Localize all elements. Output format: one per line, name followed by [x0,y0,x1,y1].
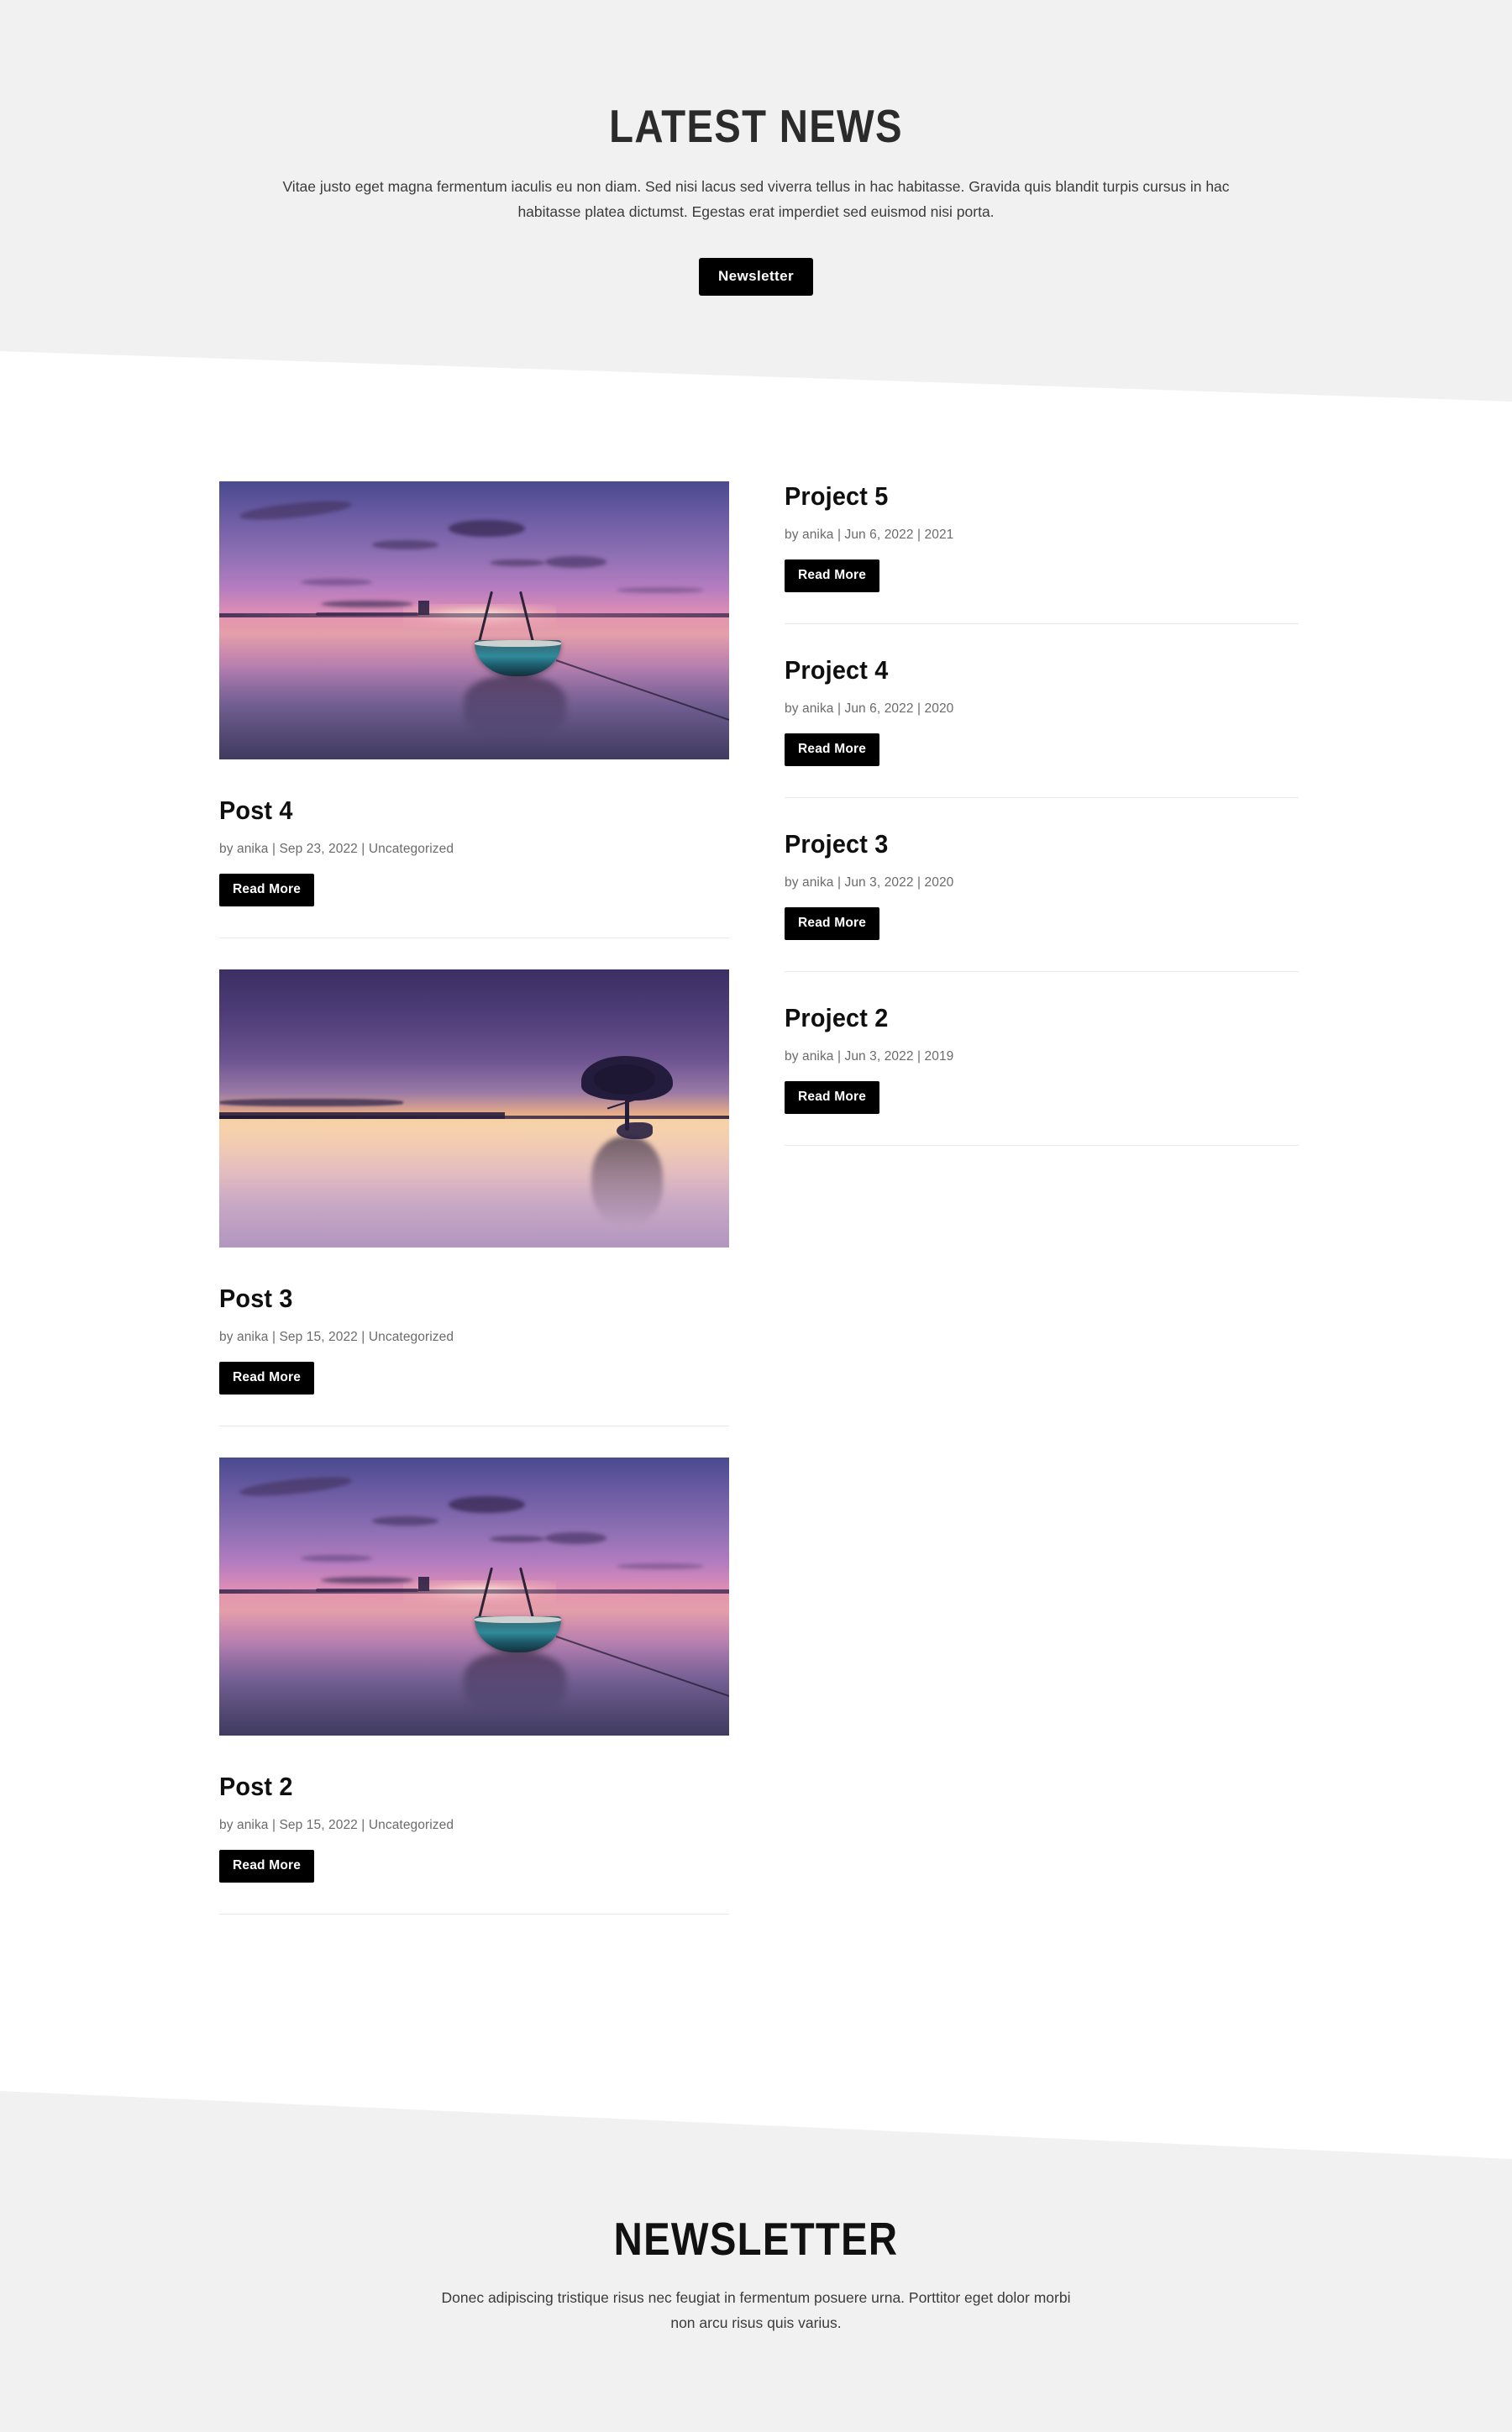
read-more-button[interactable]: Read More [219,874,315,906]
project-button-wrapper: Read More [785,559,1299,592]
post-meta: by anika | Sep 15, 2022 | Uncategorized [219,1818,454,1832]
read-more-button[interactable]: Read More [785,559,880,592]
project-title[interactable]: Project 2 [785,1003,1263,1033]
cloud-shape [321,1577,413,1584]
page-root: LATEST NEWS Vitae justo eget magna ferme… [0,0,1512,2432]
read-more-button[interactable]: Read More [785,1081,880,1114]
project-title[interactable]: Project 3 [785,829,1263,859]
post-button-wrapper: Read More [219,1362,729,1395]
cloud-shape [239,497,353,523]
post-button-wrapper: Read More [219,1850,729,1883]
project-title[interactable]: Project 5 [785,481,1263,512]
post-title[interactable]: Post 3 [219,1284,694,1314]
project-button-wrapper: Read More [785,1081,1299,1114]
hero-subtitle: Vitae justo eget magna fermentum iaculis… [282,177,1230,220]
tree-crown-inner [594,1064,655,1095]
project-divider [785,623,1299,624]
project-card: Project 4 by anika | Jun 6, 2022 | 2020 … [785,655,1299,766]
newsletter-title: NEWSLETTER [613,2213,899,2265]
cloud-shape [489,1535,546,1542]
boat-reflection [464,1652,566,1714]
cloud-shape [545,1532,607,1544]
cloud-shape [617,586,704,594]
project-divider [785,971,1299,972]
cloud-shape [301,1554,373,1563]
post-title[interactable]: Post 2 [219,1772,694,1802]
boat-reflection [464,675,566,738]
project-meta: by anika | Jun 3, 2022 | 2019 [785,1049,954,1064]
post-card: Post 4 by anika | Sep 23, 2022 | Uncateg… [219,481,729,906]
post-card: Post 2 by anika | Sep 15, 2022 | Uncateg… [219,1458,729,1883]
page-title: LATEST NEWS [609,100,903,152]
cloud-shape [449,520,526,538]
post-meta: by anika | Sep 23, 2022 | Uncategorized [219,842,454,856]
project-meta: by anika | Jun 3, 2022 | 2020 [785,875,954,890]
cloud-shape [239,1473,353,1500]
newsletter-section: NEWSLETTER Donec adipiscing tristique ri… [0,2062,1512,2335]
cloud-shape [372,539,438,550]
cloud-bank [219,1098,403,1106]
cloud-shape [372,1515,438,1526]
project-button-wrapper: Read More [785,733,1299,766]
tree-roots [617,1122,653,1139]
cloud-shape [449,1496,526,1514]
cloud-shape [489,559,546,566]
boat-sunset-photo[interactable] [219,481,729,759]
posts-column: Post 4 by anika | Sep 23, 2022 | Uncateg… [219,481,729,1915]
project-button-wrapper: Read More [785,907,1299,940]
project-card: Project 2 by anika | Jun 3, 2022 | 2019 … [785,1003,1299,1114]
newsletter-subtitle: Donec adipiscing tristique risus nec feu… [441,2288,1071,2331]
boat-sunset-photo[interactable] [219,1458,729,1736]
read-more-button[interactable]: Read More [785,733,880,766]
read-more-button[interactable]: Read More [219,1362,315,1395]
post-card: Post 3 by anika | Sep 15, 2022 | Uncateg… [219,969,729,1395]
read-more-button[interactable]: Read More [785,907,880,940]
cloud-shape [617,1563,704,1570]
post-meta: by anika | Sep 15, 2022 | Uncategorized [219,1330,454,1344]
lone-tree-dusk-photo[interactable] [219,969,729,1248]
project-divider [785,1145,1299,1146]
project-meta: by anika | Jun 6, 2022 | 2020 [785,701,954,716]
cloud-shape [321,601,413,608]
projects-column: Project 5 by anika | Jun 6, 2022 | 2021 … [785,481,1299,1177]
post-title[interactable]: Post 4 [219,796,694,826]
project-title[interactable]: Project 4 [785,655,1263,685]
read-more-button[interactable]: Read More [219,1850,315,1883]
tree-reflection [591,1136,664,1226]
boat-rim [474,1615,561,1624]
project-divider [785,797,1299,798]
cloud-shape [545,556,607,568]
boat-rim [474,639,561,648]
cloud-shape [301,578,373,586]
hero-section: LATEST NEWS Vitae justo eget magna ferme… [0,0,1512,296]
project-meta: by anika | Jun 6, 2022 | 2021 [785,528,954,542]
project-card: Project 5 by anika | Jun 6, 2022 | 2021 … [785,481,1299,592]
newsletter-button[interactable]: Newsletter [699,257,813,296]
hero-button-wrapper: Newsletter [0,257,1512,296]
project-card: Project 3 by anika | Jun 3, 2022 | 2020 … [785,829,1299,940]
post-divider [219,1914,729,1915]
post-button-wrapper: Read More [219,874,729,906]
